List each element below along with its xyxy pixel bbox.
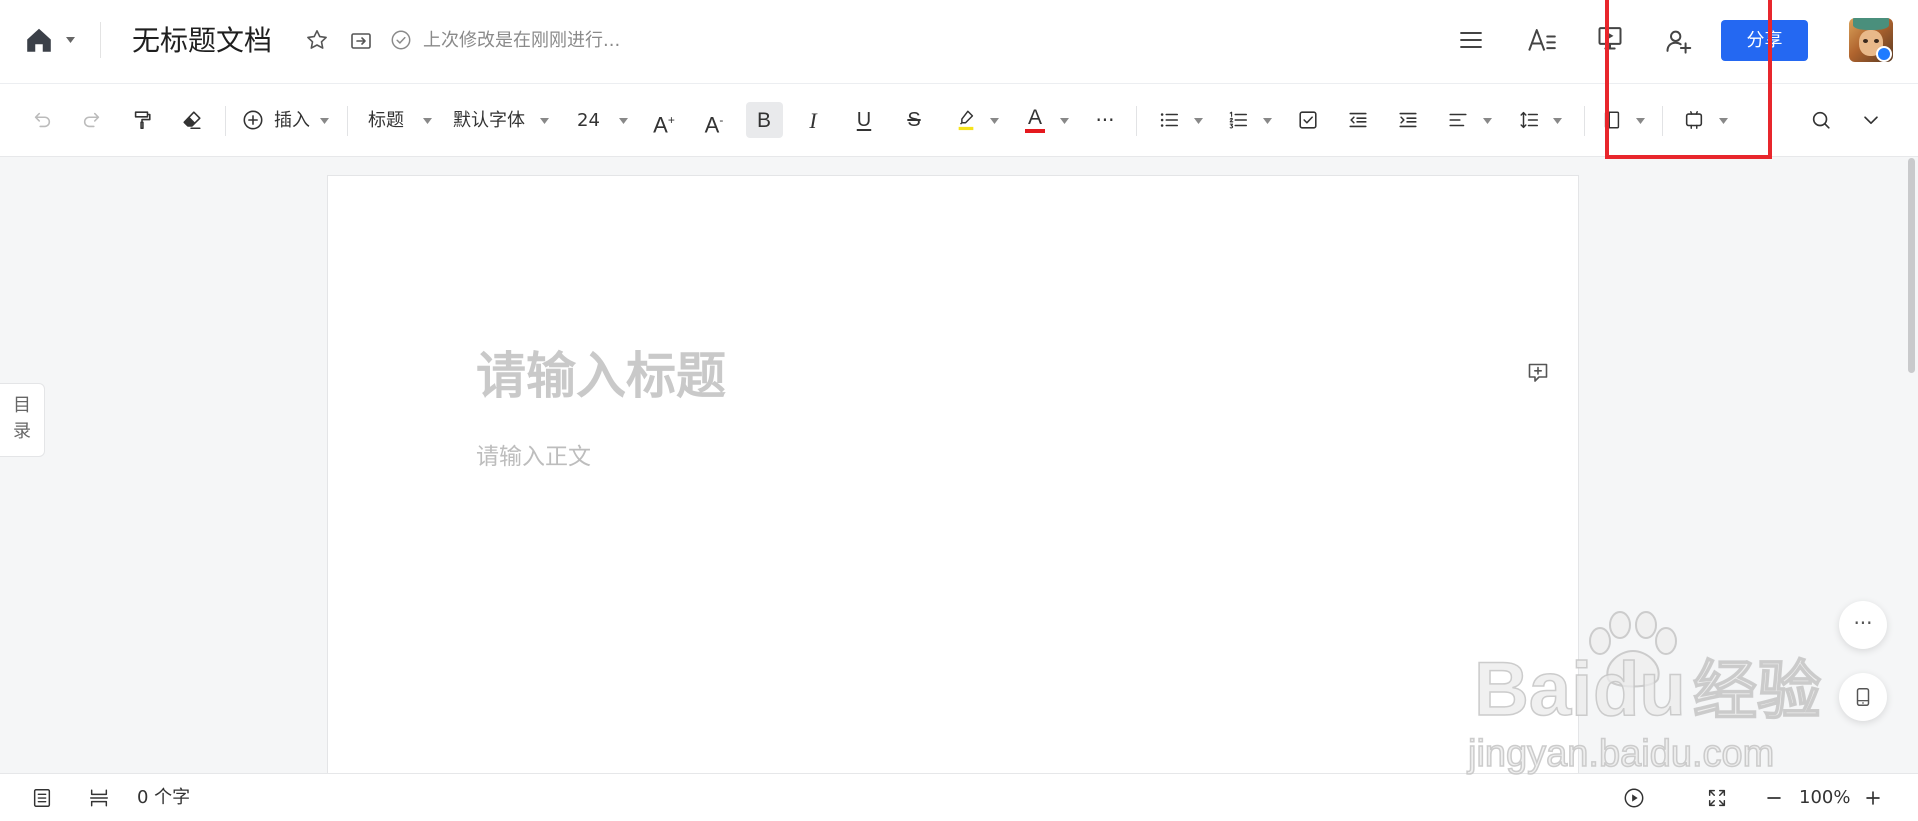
play-icon[interactable]: [1623, 787, 1645, 809]
doc-outline-icon[interactable]: [31, 787, 53, 809]
float-more-label: ···: [1853, 611, 1873, 635]
watermark-brand-cn: 经验: [1692, 655, 1822, 729]
font-shrink-sign: -: [719, 113, 724, 127]
page-break-icon[interactable]: [88, 787, 110, 809]
font-color-button[interactable]: A: [1021, 84, 1049, 157]
status-bar: 0 个字 100%: [0, 773, 1918, 821]
page-layout-caret-icon[interactable]: [1636, 118, 1645, 124]
saved-check-icon: [390, 29, 412, 51]
document-page[interactable]: 请输入标题 请输入正文: [327, 175, 1579, 773]
font-size-caret-icon[interactable]: [619, 118, 628, 124]
header-divider: [100, 22, 101, 58]
undo-icon[interactable]: [31, 109, 53, 131]
strikethrough-button[interactable]: S: [900, 84, 928, 157]
indent-icon[interactable]: [1397, 109, 1419, 131]
checklist-icon[interactable]: [1297, 109, 1319, 131]
tablet-icon: [1852, 686, 1874, 708]
highlighter-icon[interactable]: [955, 109, 977, 131]
insert-menu-button[interactable]: 插入: [274, 84, 310, 157]
toolbar-divider: [347, 106, 348, 136]
search-icon[interactable]: [1810, 109, 1832, 131]
move-to-folder-icon[interactable]: [349, 29, 373, 53]
word-count: 0 个字: [137, 787, 191, 808]
toc-label-line2: 录: [13, 421, 31, 442]
italic-button[interactable]: I: [799, 84, 827, 157]
toolbar-divider: [225, 106, 226, 136]
outline-list-icon[interactable]: [1457, 26, 1485, 54]
home-menu-caret-icon[interactable]: [66, 37, 75, 43]
toolbar-divider: [1136, 106, 1137, 136]
numbered-list-icon[interactable]: [1227, 109, 1249, 131]
line-spacing-icon[interactable]: [1518, 109, 1540, 131]
share-button[interactable]: 分享: [1721, 20, 1808, 61]
add-comment-icon[interactable]: [1526, 361, 1550, 385]
font-grow-sign: +: [667, 113, 675, 127]
avatar-badge-icon: [1876, 46, 1892, 62]
zoom-level[interactable]: 100%: [1799, 774, 1850, 821]
font-grow-letter: A: [653, 112, 668, 138]
font-shrink-button[interactable]: A-: [700, 84, 728, 157]
bullet-list-caret-icon[interactable]: [1194, 118, 1203, 124]
bold-button[interactable]: B: [750, 84, 778, 157]
align-left-icon[interactable]: [1447, 109, 1469, 131]
page-layout-icon[interactable]: [1601, 109, 1623, 131]
float-more-button[interactable]: ···: [1839, 601, 1887, 649]
float-device-button[interactable]: [1839, 673, 1887, 721]
align-caret-icon[interactable]: [1483, 118, 1492, 124]
format-painter-icon[interactable]: [131, 109, 153, 131]
device-caret-icon[interactable]: [1719, 118, 1728, 124]
font-family-select[interactable]: 默认字体: [453, 84, 525, 157]
outdent-icon[interactable]: [1347, 109, 1369, 131]
body-placeholder[interactable]: 请输入正文: [476, 444, 591, 470]
zoom-out-icon[interactable]: [1763, 787, 1785, 809]
underline-button[interactable]: U: [850, 84, 878, 157]
toolbar-divider: [1584, 106, 1585, 136]
toc-tab[interactable]: 目 录: [0, 383, 45, 457]
format-toolbar: 插入 标题 默认字体 24 A+ A- B I U S A ···: [0, 84, 1918, 157]
bullet-list-icon[interactable]: [1158, 109, 1180, 131]
eraser-icon[interactable]: [181, 109, 203, 131]
text-style-icon[interactable]: [1526, 26, 1558, 54]
font-family-caret-icon[interactable]: [540, 118, 549, 124]
document-title[interactable]: 无标题文档: [132, 0, 272, 82]
paragraph-style-caret-icon[interactable]: [423, 118, 432, 124]
insert-caret-icon[interactable]: [320, 118, 329, 124]
add-collaborator-icon[interactable]: [1664, 27, 1692, 55]
toc-label-line1: 目: [13, 395, 31, 416]
font-size-select[interactable]: 24: [577, 84, 600, 157]
line-spacing-caret-icon[interactable]: [1553, 118, 1562, 124]
toolbar-divider: [1662, 106, 1663, 136]
font-color-caret-icon[interactable]: [1060, 118, 1069, 124]
font-grow-button[interactable]: A+: [650, 84, 678, 157]
chevron-down-icon[interactable]: [1860, 109, 1882, 131]
plus-circle-icon[interactable]: [242, 109, 264, 131]
star-icon[interactable]: [305, 28, 329, 52]
device-icon[interactable]: [1683, 109, 1705, 131]
paragraph-style-select[interactable]: 标题: [368, 84, 404, 157]
watermark-paw-logo: [1578, 611, 1688, 691]
font-shrink-letter: A: [704, 112, 720, 138]
zoom-in-icon[interactable]: [1862, 787, 1884, 809]
fullscreen-icon[interactable]: [1706, 787, 1728, 809]
numbered-list-caret-icon[interactable]: [1263, 118, 1272, 124]
redo-icon[interactable]: [81, 109, 103, 131]
top-header: 无标题文档 上次修改是在刚刚进行... 分享: [0, 0, 1918, 84]
vertical-scrollbar-thumb[interactable]: [1908, 158, 1915, 373]
font-color-swatch: [1025, 129, 1045, 133]
more-format-button[interactable]: ···: [1091, 84, 1119, 157]
highlighter-caret-icon[interactable]: [990, 118, 999, 124]
present-icon[interactable]: [1596, 24, 1624, 52]
watermark-brand-right: du: [1592, 647, 1686, 732]
title-placeholder[interactable]: 请输入标题: [476, 350, 726, 402]
home-icon[interactable]: [24, 25, 54, 55]
save-status-text: 上次修改是在刚刚进行...: [423, 30, 621, 51]
